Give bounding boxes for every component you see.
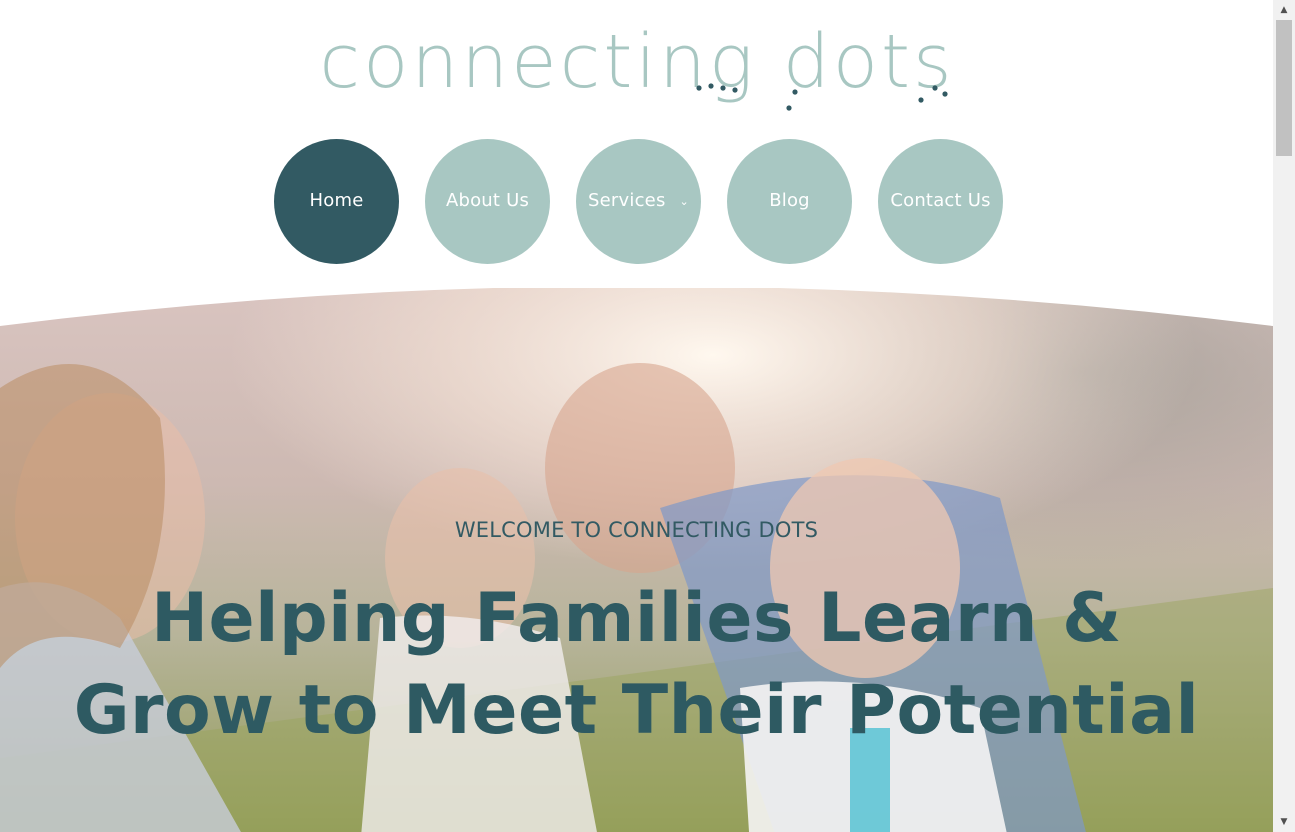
logo-graphic: connecting dots [319, 22, 954, 111]
nav-item-about-us[interactable]: About Us [425, 139, 550, 264]
hero-headline-line-1: Helping Families Learn & [151, 579, 1122, 658]
site-logo[interactable]: connecting dots [0, 22, 1273, 114]
nav-item-label: Blog [769, 190, 810, 211]
nav-item-services[interactable]: Services ⌄ [576, 139, 701, 264]
scrollbar-thumb[interactable] [1276, 20, 1292, 156]
nav-item-label: Home [309, 190, 364, 211]
nav-item-label: Contact Us [890, 190, 991, 211]
hero-headline: Helping Families Learn & Grow to Meet Th… [0, 573, 1273, 757]
nav-item-label: Services [588, 190, 666, 211]
scrollbar[interactable]: ▲ ▼ [1273, 0, 1295, 832]
scroll-down-arrow-icon[interactable]: ▼ [1273, 812, 1295, 832]
main-nav: Home About Us Services ⌄ Blog Contact Us [274, 139, 1003, 264]
page: connecting dots Home About Us Services ⌄… [0, 0, 1273, 832]
nav-item-contact-us[interactable]: Contact Us [878, 139, 1003, 264]
hero-kicker: WELCOME TO CONNECTING DOTS [454, 518, 819, 542]
nav-item-blog[interactable]: Blog [727, 139, 852, 264]
chevron-down-icon: ⌄ [679, 195, 689, 208]
scroll-up-arrow-icon[interactable]: ▲ [1273, 0, 1295, 20]
logo-text: connecting dots [319, 22, 954, 105]
hero-section: WELCOME TO CONNECTING DOTS Helping Famil… [0, 288, 1273, 832]
nav-item-home[interactable]: Home [274, 139, 399, 264]
nav-item-label: About Us [445, 190, 530, 211]
hero-headline-line-2: Grow to Meet Their Potential [73, 671, 1200, 750]
